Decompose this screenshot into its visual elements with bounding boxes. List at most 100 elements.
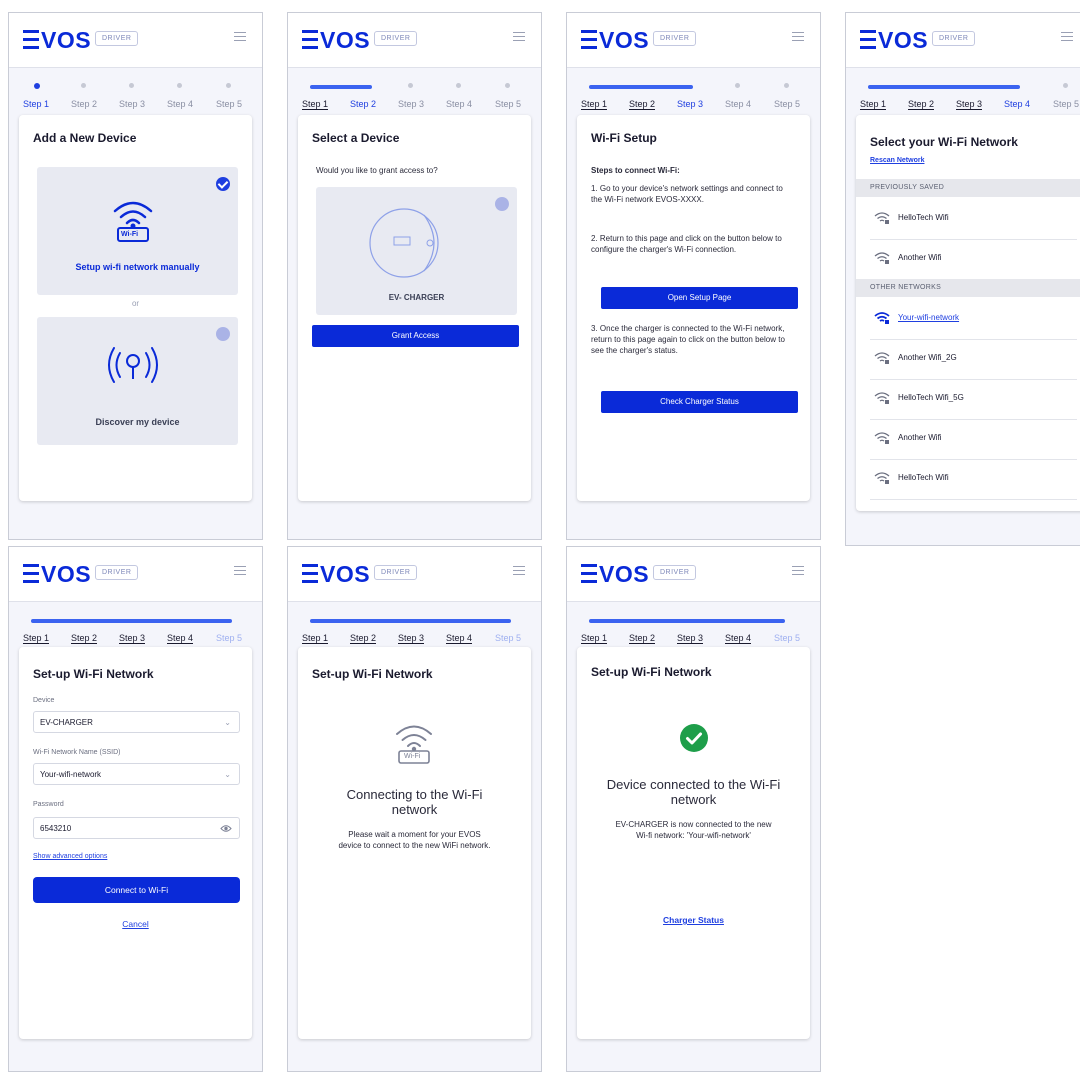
evos-logo[interactable]: VOS [581,27,649,54]
hamburger-menu-icon[interactable] [234,32,246,41]
screen-connecting: VOS DRIVER Step 1 Step 2 Step 3 Step 4 S… [287,546,542,1072]
step-label-2[interactable]: Step 2 [71,99,97,109]
card-title: Set-up Wi-Fi Network [591,665,712,679]
wifi-label-text: Wi-Fi [404,753,421,760]
step-label-5[interactable]: Step 5 [495,633,521,643]
wifi-label-text: Wi-Fi [121,231,139,238]
step-label-2[interactable]: Step 2 [71,633,98,644]
step-label-3[interactable]: Step 3 [677,99,703,109]
option-setup-manually[interactable]: Wi-Fi Setup wi-fi network manually [37,167,238,295]
step-label-1[interactable]: Step 1 [581,99,608,110]
step-label-3[interactable]: Step 3 [398,633,425,644]
step-label-2[interactable]: Step 2 [350,633,377,644]
step-label-1[interactable]: Step 1 [581,633,608,644]
step-label-3[interactable]: Step 3 [119,99,145,109]
progress-track [868,85,1020,89]
app-header: VOS DRIVER [9,547,262,602]
step-label-4[interactable]: Step 4 [725,99,751,109]
step-label-4[interactable]: Step 4 [446,99,472,109]
device-label: Device [33,697,55,704]
chevron-down-icon: ⌄ [224,770,231,779]
stepper: Step 1 Step 2 Step 3 Step 4 Step 5 [9,602,262,648]
driver-badge: DRIVER [932,31,976,46]
evos-logo[interactable]: VOS [581,561,649,588]
step-label-1[interactable]: Step 1 [302,633,329,644]
app-header: VOS DRIVER [846,13,1080,68]
ev-charger-icon [369,208,439,278]
step-label-1[interactable]: Step 1 [302,99,329,110]
step-label-3[interactable]: Step 3 [119,633,146,644]
radio-unselected-icon[interactable] [495,197,509,211]
network-name: Your-wifi-network [898,313,960,322]
step-label-4[interactable]: Step 4 [1004,99,1030,109]
device-select[interactable]: EV-CHARGER ⌄ [33,711,240,733]
open-setup-page-button[interactable]: Open Setup Page [601,287,798,309]
password-input[interactable]: 6543210 [33,817,240,839]
network-row[interactable]: HelloTech Wifi [870,199,1077,240]
step-label-2[interactable]: Step 2 [629,99,656,110]
step-dot-4 [735,83,740,88]
evos-logo[interactable]: VOS [860,27,928,54]
step-label-1[interactable]: Step 1 [860,99,887,110]
screen-setup-wifi-form: VOS DRIVER Step 1 Step 2 Step 3 Step 4 S… [8,546,263,1072]
step-label-2[interactable]: Step 2 [908,99,935,110]
connect-to-wifi-button[interactable]: Connect to Wi-Fi [33,877,240,903]
device-option-ev-charger[interactable]: EV- CHARGER [316,187,517,315]
evos-logo[interactable]: VOS [23,27,91,54]
eye-icon[interactable] [220,824,232,833]
hamburger-menu-icon[interactable] [513,32,525,41]
network-row[interactable]: Another Wifi [870,419,1077,460]
step-label-1[interactable]: Step 1 [23,633,50,644]
step-label-5[interactable]: Step 5 [774,633,800,643]
network-row[interactable]: HelloTech Wifi_5G [870,379,1077,420]
step-label-4[interactable]: Step 4 [167,99,193,109]
step-label-3[interactable]: Step 3 [398,99,424,109]
charger-status-link[interactable]: Charger Status [577,915,810,925]
step-dot-4 [456,83,461,88]
step-label-5[interactable]: Step 5 [1053,99,1079,109]
connected-heading: Device connected to the Wi-Fi network [606,777,781,807]
step-label-4[interactable]: Step 4 [725,633,752,644]
hamburger-menu-icon[interactable] [234,566,246,575]
wifi-lock-icon [874,312,890,324]
hamburger-menu-icon[interactable] [1061,32,1073,41]
option-discover-device[interactable]: Discover my device [37,317,238,445]
hamburger-menu-icon[interactable] [513,566,525,575]
step-label-5[interactable]: Step 5 [774,99,800,109]
ssid-select[interactable]: Your-wifi-network ⌄ [33,763,240,785]
step-label-4[interactable]: Step 4 [167,633,194,644]
stepper: Step 1 Step 2 Step 3 Step 4 Step 5 [846,68,1080,114]
network-row-selected[interactable]: Your-wifi-network [870,299,1077,340]
step-label-5[interactable]: Step 5 [495,99,521,109]
evos-logo[interactable]: VOS [23,561,91,588]
driver-badge: DRIVER [653,31,697,46]
step-label-3[interactable]: Step 3 [956,99,983,110]
screen-add-device: VOS DRIVER Step 1 Step 2 Step 3 Step 4 S… [8,12,263,540]
hamburger-menu-icon[interactable] [792,566,804,575]
evos-logo[interactable]: VOS [302,561,370,588]
step-label-4[interactable]: Step 4 [446,633,473,644]
evos-logo[interactable]: VOS [302,27,370,54]
hamburger-menu-icon[interactable] [792,32,804,41]
check-charger-status-button[interactable]: Check Charger Status [601,391,798,413]
step-label-1[interactable]: Step 1 [23,99,49,109]
driver-badge: DRIVER [374,31,418,46]
network-row[interactable]: Another Wifi [870,239,1077,279]
network-row[interactable]: Another Wifi_2G [870,339,1077,380]
step-label-5[interactable]: Step 5 [216,99,242,109]
network-row[interactable]: HelloTech Wifi [870,459,1077,500]
success-check-icon [680,724,708,752]
step-label-3[interactable]: Step 3 [677,633,704,644]
rescan-network-link[interactable]: Rescan Network [870,157,924,164]
grant-access-button[interactable]: Grant Access [312,325,519,347]
device-value: EV-CHARGER [40,718,93,727]
cancel-link[interactable]: Cancel [19,919,252,929]
logo-e-icon [302,564,318,583]
broadcast-signal-icon [108,347,158,383]
step-label-2[interactable]: Step 2 [350,99,376,109]
radio-selected-icon[interactable] [216,177,230,191]
show-advanced-options-link[interactable]: Show advanced options [33,853,107,860]
radio-unselected-icon[interactable] [216,327,230,341]
step-label-2[interactable]: Step 2 [629,633,656,644]
step-label-5[interactable]: Step 5 [216,633,242,643]
